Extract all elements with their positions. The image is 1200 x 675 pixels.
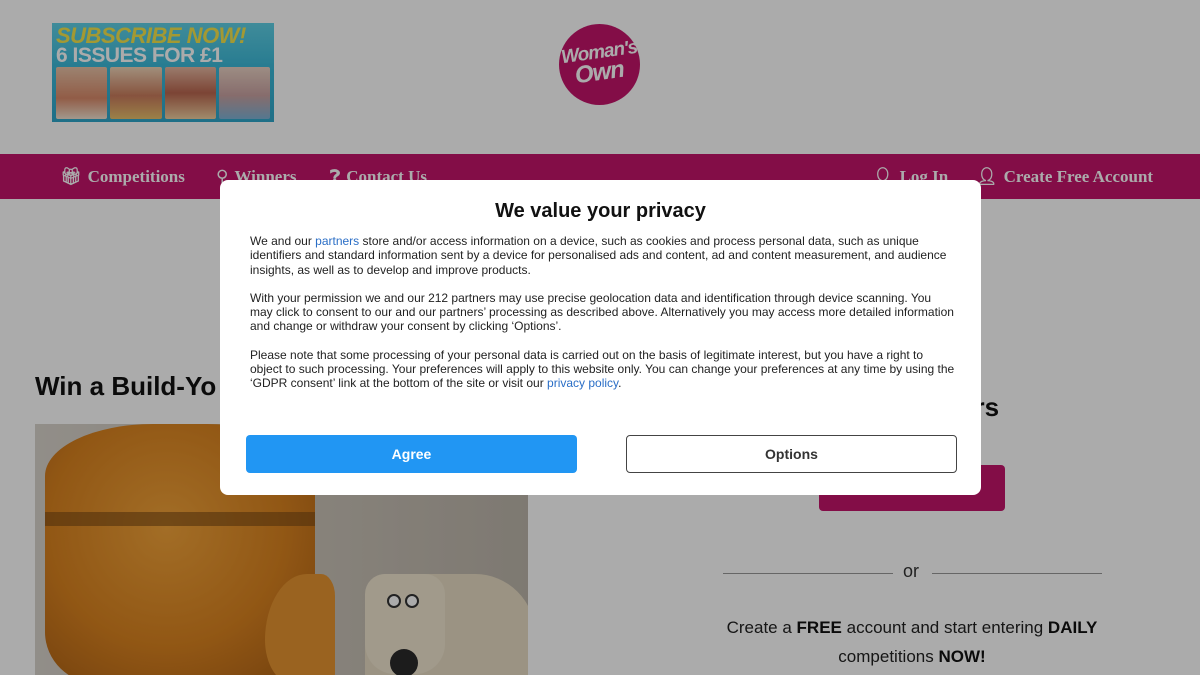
privacy-consent-dialog: We value your privacy We and our partner… [220, 180, 981, 495]
dialog-title: We value your privacy [495, 200, 706, 222]
consent-paragraph-2: With your permission we and our 212 part… [250, 290, 954, 334]
dialog-body: We and our partners store and/or access … [250, 234, 955, 405]
consent-text: . [618, 376, 622, 391]
consent-paragraph-3: Please note that some processing of your… [250, 348, 955, 391]
agree-button[interactable]: Agree [246, 435, 577, 473]
consent-paragraph-1: We and our partners store and/or access … [250, 234, 955, 277]
partners-link[interactable]: partners [315, 234, 359, 248]
consent-text: We and our [250, 234, 316, 248]
privacy-policy-link[interactable]: privacy policy [547, 376, 618, 390]
options-button[interactable]: Options [626, 435, 957, 473]
